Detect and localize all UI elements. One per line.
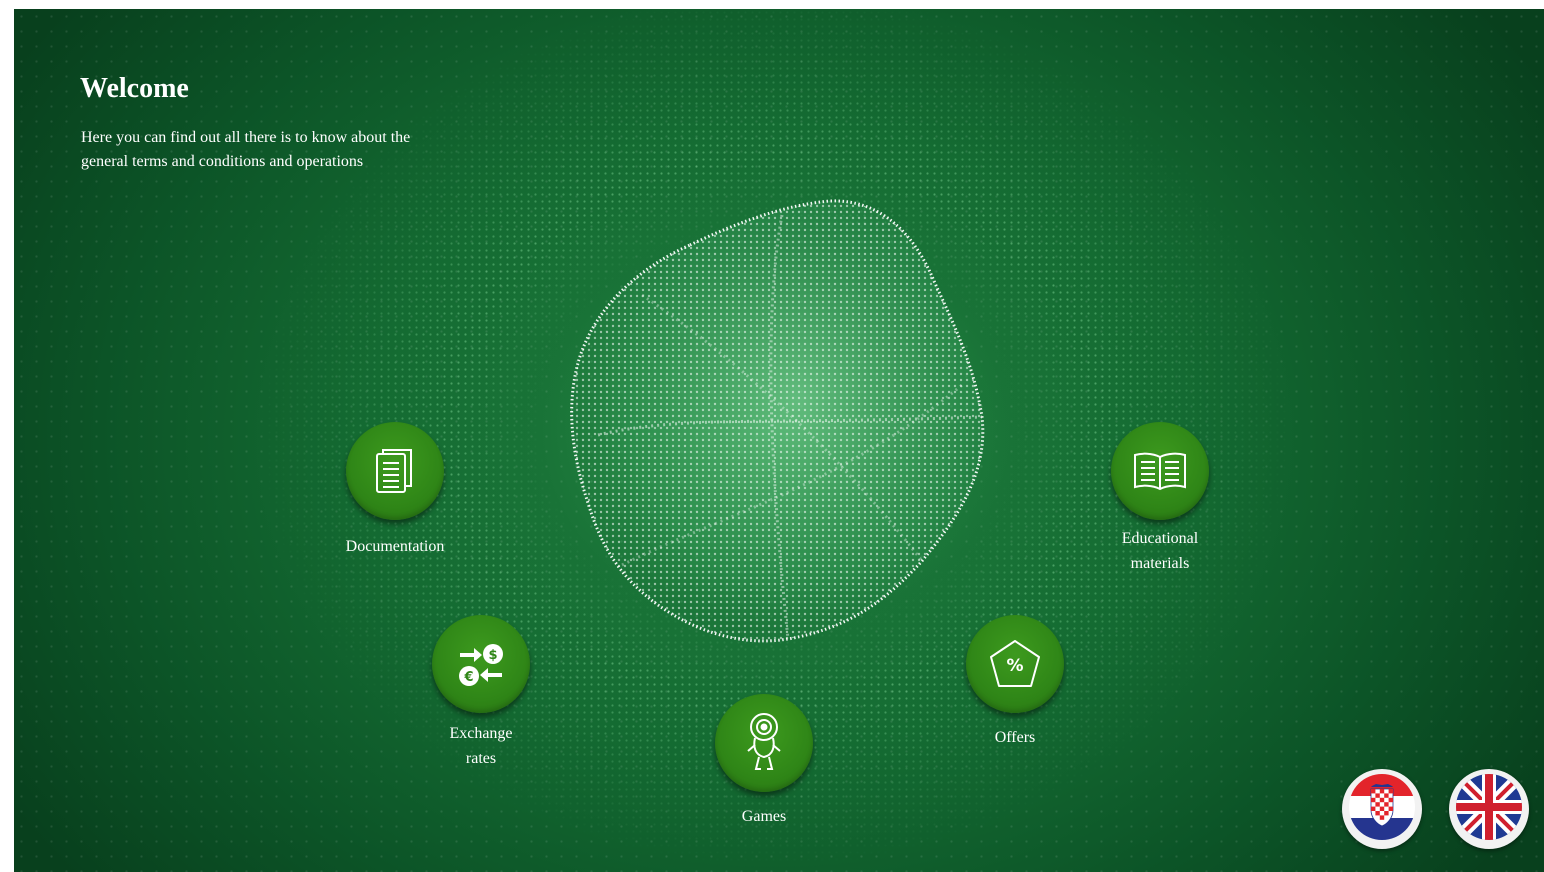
language-croatian-button[interactable] bbox=[1342, 769, 1422, 849]
main-screen: Welcome Here you can find out all there … bbox=[14, 9, 1544, 872]
nav-games-label: Games bbox=[741, 808, 787, 825]
nav-offers-label: Offers bbox=[994, 729, 1036, 746]
nav-educational-materials[interactable]: Educational materials bbox=[1105, 422, 1215, 576]
nav-educational-materials-button[interactable] bbox=[1111, 422, 1209, 520]
nav-offers-button[interactable]: % bbox=[966, 615, 1064, 713]
svg-text:%: % bbox=[1006, 656, 1023, 676]
nav-offers[interactable]: % Offers bbox=[966, 615, 1064, 750]
nav-games-button[interactable] bbox=[715, 694, 813, 792]
language-english-button[interactable] bbox=[1449, 769, 1529, 849]
nav-documentation-button[interactable] bbox=[346, 422, 444, 520]
welcome-title: Welcome bbox=[80, 73, 189, 104]
mascot-icon bbox=[744, 711, 784, 775]
croatia-flag-icon bbox=[1349, 773, 1415, 845]
svg-text:$: $ bbox=[488, 648, 497, 663]
nav-documentation[interactable]: Documentation bbox=[325, 422, 465, 559]
nav-games[interactable]: Games bbox=[715, 694, 813, 829]
welcome-description: Here you can find out all there is to kn… bbox=[81, 129, 411, 170]
nav-exchange-rates-button[interactable]: $ € bbox=[432, 615, 530, 713]
open-book-icon bbox=[1132, 449, 1188, 493]
uk-flag-icon bbox=[1456, 773, 1522, 845]
nav-exchange-rates-label: Exchange rates bbox=[449, 725, 513, 767]
nav-exchange-rates[interactable]: $ € Exchange rates bbox=[432, 615, 530, 771]
percent-badge-icon: % bbox=[988, 638, 1042, 690]
svg-text:€: € bbox=[463, 670, 473, 685]
document-icon bbox=[373, 446, 417, 496]
nav-documentation-label: Documentation bbox=[345, 538, 445, 555]
particle-globe-graphic bbox=[570, 199, 985, 643]
currency-exchange-icon: $ € bbox=[456, 639, 506, 689]
nav-educational-materials-label: Educational materials bbox=[1121, 530, 1199, 572]
